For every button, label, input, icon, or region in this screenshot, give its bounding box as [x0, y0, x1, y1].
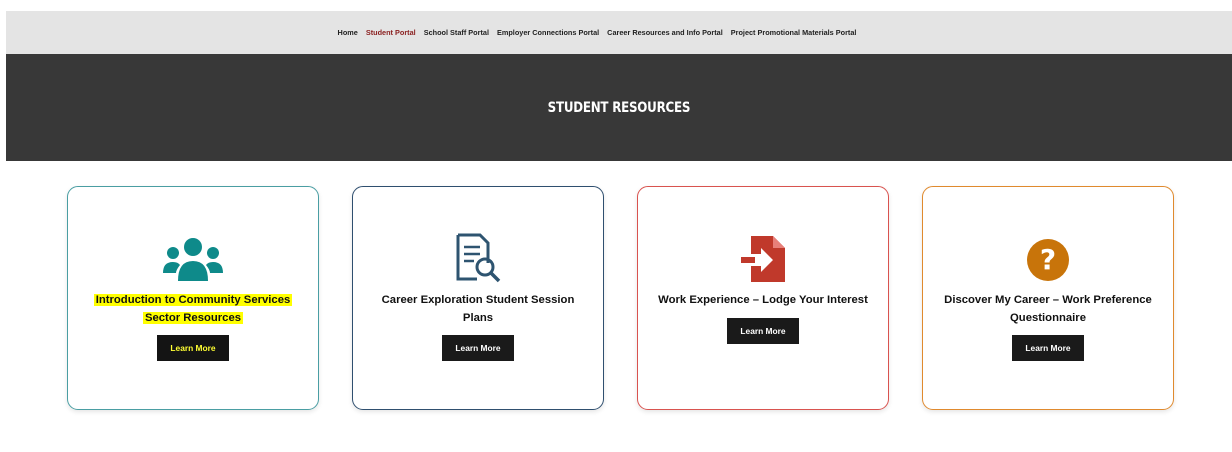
nav-school-staff-portal-link[interactable]: School Staff Portal	[424, 28, 489, 37]
top-nav: Home Student Portal School Staff Portal …	[6, 11, 1232, 54]
card-title-line2: Sector Resources	[142, 312, 244, 324]
card-title-line1: Discover My Career – Work Preference	[944, 294, 1152, 306]
nav-career-resources-link[interactable]: Career Resources and Info Portal	[607, 28, 723, 37]
card-title-line1: Introduction to Community Services	[93, 294, 293, 306]
question-circle-icon: ?	[1026, 238, 1070, 287]
learn-more-button[interactable]: Learn More	[157, 335, 229, 361]
learn-more-button[interactable]: Learn More	[442, 335, 514, 361]
page-title: STUDENT RESOURCES	[547, 99, 691, 116]
card-title: Discover My Career – Work Preference Que…	[933, 291, 1163, 327]
card-title-line1: Work Experience – Lodge Your Interest	[658, 294, 868, 306]
nav-promotional-materials-link[interactable]: Project Promotional Materials Portal	[731, 28, 857, 37]
users-group-icon	[163, 237, 223, 286]
card-community-services: Introduction to Community Services Secto…	[67, 186, 319, 410]
card-discover-my-career: ? Discover My Career – Work Preference Q…	[922, 186, 1174, 410]
card-career-exploration: Career Exploration Student Session Plans…	[352, 186, 604, 410]
learn-more-button[interactable]: Learn More	[1012, 335, 1084, 361]
card-work-experience: Work Experience – Lodge Your Interest Le…	[637, 186, 889, 410]
nav-list: Home Student Portal School Staff Portal …	[334, 28, 861, 37]
card-title-line2: Questionnaire	[1010, 312, 1086, 324]
card-title: Introduction to Community Services Secto…	[78, 291, 308, 327]
nav-employer-connections-link[interactable]: Employer Connections Portal	[497, 28, 599, 37]
learn-more-button[interactable]: Learn More	[727, 318, 799, 344]
hero-banner: STUDENT RESOURCES	[6, 54, 1232, 161]
card-title-line2: Plans	[462, 312, 494, 324]
card-title: Work Experience – Lodge Your Interest	[648, 291, 878, 309]
nav-home-link[interactable]: Home	[338, 28, 358, 37]
card-title: Career Exploration Student Session Plans	[363, 291, 593, 327]
card-title-line1: Career Exploration Student Session	[381, 294, 575, 306]
svg-text:?: ?	[1040, 243, 1056, 276]
nav-student-portal-link[interactable]: Student Portal	[366, 28, 416, 37]
file-import-icon	[739, 234, 787, 289]
document-search-icon	[455, 233, 501, 288]
